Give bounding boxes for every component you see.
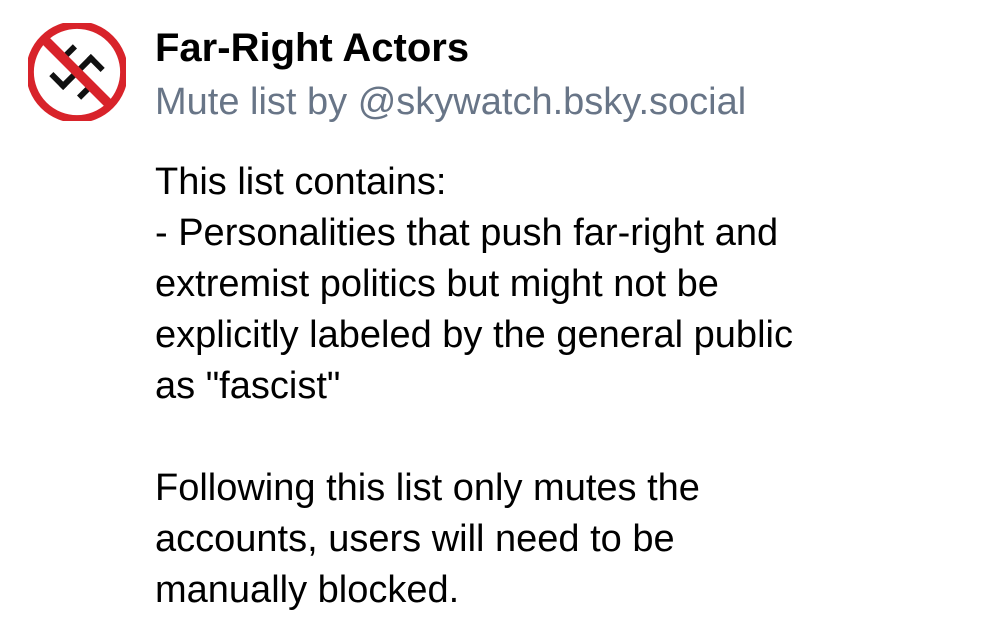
description-line: Following this list only mutes the: [155, 467, 700, 509]
list-description: This list contains: - Personalities that…: [155, 157, 985, 616]
description-line: explicitly labeled by the general public: [155, 314, 793, 356]
paragraph-break: [155, 412, 985, 463]
prohibited-swastika-icon: [28, 23, 126, 121]
description-line: This list contains:: [155, 161, 447, 203]
description-line: - Personalities that push far-right and: [155, 212, 779, 254]
list-avatar: [28, 23, 126, 121]
description-line: manually blocked.: [155, 569, 460, 611]
description-line: as "fascist": [155, 365, 341, 407]
list-subtitle[interactable]: Mute list by @skywatch.bsky.social: [155, 79, 746, 125]
description-line: accounts, users will need to be: [155, 518, 675, 560]
list-title[interactable]: Far-Right Actors: [155, 24, 469, 72]
description-line: extremist politics but might not be: [155, 263, 719, 305]
